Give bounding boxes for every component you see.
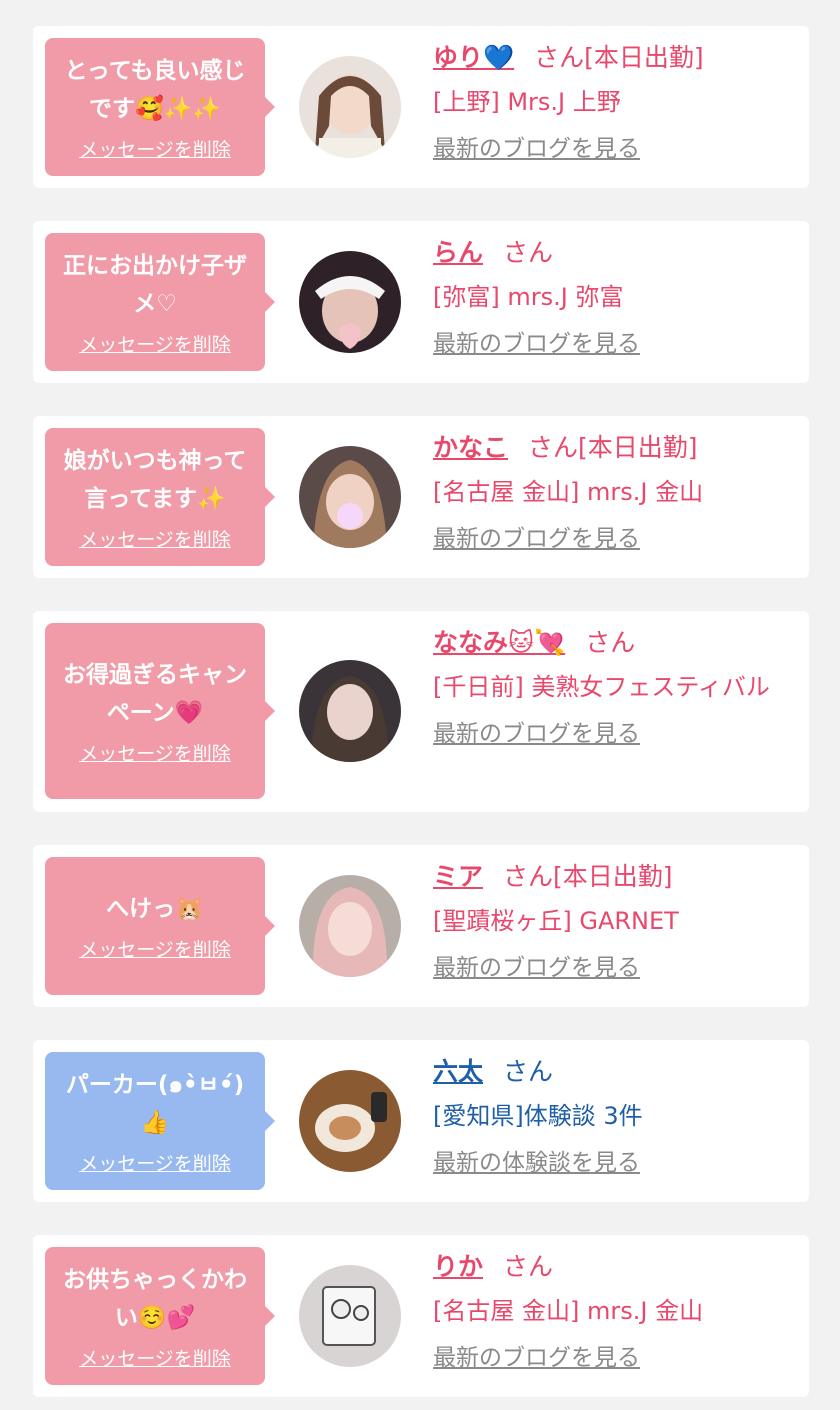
latest-review-link[interactable]: 最新の体験談を見る bbox=[433, 1148, 640, 1178]
message-text: へけっ🐹 bbox=[106, 896, 204, 922]
profile-info: かなこ さん[本日出勤] [名古屋 金山] mrs.J 金山 最新のブログを見る bbox=[433, 432, 793, 554]
message-card: お供ちゃっくかわい☺️💕 メッセージを削除 りか さん [名古屋 金山] mrs.… bbox=[33, 1235, 809, 1397]
message-text: とっても良い感じです🥰✨✨ bbox=[64, 58, 246, 122]
name-row: かなこ さん[本日出勤] bbox=[433, 432, 793, 464]
name-link[interactable]: らん bbox=[433, 238, 483, 267]
shop-name: [上野] Mrs.J 上野 bbox=[433, 88, 621, 116]
message-text: パーカー(๑•̀ㅂ•́)👍 bbox=[65, 1072, 245, 1136]
name-link[interactable]: りか bbox=[433, 1252, 483, 1281]
message-text: お供ちゃっくかわい☺️💕 bbox=[63, 1267, 247, 1331]
name-suffix: さん[本日出勤] bbox=[528, 433, 698, 462]
name-link[interactable]: かなこ bbox=[433, 433, 508, 462]
name-suffix: さん bbox=[503, 238, 554, 267]
message-bubble: へけっ🐹 メッセージを削除 bbox=[45, 857, 275, 995]
profile-info: ななみ🐱💘 さん [千日前] 美熟女フェスティバル 最新のブログを見る bbox=[433, 627, 793, 749]
name-suffix: さん[本日出勤] bbox=[534, 43, 704, 72]
latest-blog-link[interactable]: 最新のブログを見る bbox=[433, 953, 640, 983]
delete-message-link[interactable]: メッセージを削除 bbox=[79, 1347, 231, 1371]
name-row: らん さん bbox=[433, 237, 793, 269]
avatar[interactable] bbox=[299, 446, 401, 548]
profile-info: りか さん [名古屋 金山] mrs.J 金山 最新のブログを見る bbox=[433, 1251, 793, 1373]
avatar[interactable] bbox=[299, 251, 401, 353]
shop-name: [千日前] 美熟女フェスティバル bbox=[433, 673, 770, 701]
profile-info: ゆり💙 さん[本日出勤] [上野] Mrs.J 上野 最新のブログを見る bbox=[433, 42, 793, 164]
message-list: とっても良い感じです🥰✨✨ メッセージを削除 ゆり💙 さん[本日出勤] [上野] … bbox=[0, 0, 840, 1410]
delete-message-link[interactable]: メッセージを削除 bbox=[79, 138, 231, 162]
name-link[interactable]: 六太 bbox=[433, 1057, 483, 1086]
latest-blog-link[interactable]: 最新のブログを見る bbox=[433, 719, 640, 749]
delete-message-link[interactable]: メッセージを削除 bbox=[79, 1152, 231, 1176]
latest-blog-link[interactable]: 最新のブログを見る bbox=[433, 329, 640, 359]
name-suffix: さん bbox=[585, 628, 636, 657]
message-card: とっても良い感じです🥰✨✨ メッセージを削除 ゆり💙 さん[本日出勤] [上野] … bbox=[33, 26, 809, 188]
name-link[interactable]: ゆり💙 bbox=[433, 43, 514, 72]
latest-blog-link[interactable]: 最新のブログを見る bbox=[433, 134, 640, 164]
name-suffix: さん bbox=[503, 1252, 554, 1281]
delete-message-link[interactable]: メッセージを削除 bbox=[79, 333, 231, 357]
avatar[interactable] bbox=[299, 1265, 401, 1367]
avatar[interactable] bbox=[299, 56, 401, 158]
message-text: 正にお出かけ子ザメ♡ bbox=[63, 253, 247, 317]
latest-blog-link[interactable]: 最新のブログを見る bbox=[433, 524, 640, 554]
profile-info: らん さん [弥富] mrs.J 弥富 最新のブログを見る bbox=[433, 237, 793, 359]
name-link[interactable]: ミア bbox=[433, 862, 483, 891]
profile-info: ミア さん[本日出勤] [聖蹟桜ヶ丘] GARNET 最新のブログを見る bbox=[433, 861, 793, 983]
profile-info: 六太 さん [愛知県]体験談 3件 最新の体験談を見る bbox=[433, 1056, 793, 1178]
name-link[interactable]: ななみ🐱💘 bbox=[433, 628, 565, 657]
name-row: りか さん bbox=[433, 1251, 793, 1283]
shop-name: [名古屋 金山] mrs.J 金山 bbox=[433, 1297, 704, 1325]
shop-name: [愛知県]体験談 3件 bbox=[433, 1102, 643, 1130]
shop-name: [名古屋 金山] mrs.J 金山 bbox=[433, 478, 704, 506]
name-row: ななみ🐱💘 さん bbox=[433, 627, 793, 659]
name-row: ゆり💙 さん[本日出勤] bbox=[433, 42, 793, 74]
message-card: 娘がいつも神って言ってます✨ メッセージを削除 かなこ さん[本日出勤] [名古屋… bbox=[33, 416, 809, 578]
name-row: ミア さん[本日出勤] bbox=[433, 861, 793, 893]
message-card: お得過ぎるキャンペーン💗 メッセージを削除 ななみ🐱💘 さん [千日前] 美熟女フ… bbox=[33, 611, 809, 812]
delete-message-link[interactable]: メッセージを削除 bbox=[79, 528, 231, 552]
name-row: 六太 さん bbox=[433, 1056, 793, 1088]
message-bubble: お供ちゃっくかわい☺️💕 メッセージを削除 bbox=[45, 1247, 275, 1385]
message-text: 娘がいつも神って言ってます✨ bbox=[63, 448, 247, 512]
message-bubble: 正にお出かけ子ザメ♡ メッセージを削除 bbox=[45, 233, 275, 371]
avatar[interactable] bbox=[299, 660, 401, 762]
avatar[interactable] bbox=[299, 875, 401, 977]
message-bubble: パーカー(๑•̀ㅂ•́)👍 メッセージを削除 bbox=[45, 1052, 275, 1190]
message-bubble: お得過ぎるキャンペーン💗 メッセージを削除 bbox=[45, 623, 275, 799]
message-card: 正にお出かけ子ザメ♡ メッセージを削除 らん さん [弥富] mrs.J 弥富 最… bbox=[33, 221, 809, 383]
message-bubble: 娘がいつも神って言ってます✨ メッセージを削除 bbox=[45, 428, 275, 566]
message-card: へけっ🐹 メッセージを削除 ミア さん[本日出勤] [聖蹟桜ヶ丘] GARNET … bbox=[33, 845, 809, 1007]
latest-blog-link[interactable]: 最新のブログを見る bbox=[433, 1343, 640, 1373]
delete-message-link[interactable]: メッセージを削除 bbox=[79, 742, 231, 766]
message-bubble: とっても良い感じです🥰✨✨ メッセージを削除 bbox=[45, 38, 275, 176]
delete-message-link[interactable]: メッセージを削除 bbox=[79, 938, 231, 962]
shop-name: [聖蹟桜ヶ丘] GARNET bbox=[433, 907, 679, 935]
avatar[interactable] bbox=[299, 1070, 401, 1172]
message-card: パーカー(๑•̀ㅂ•́)👍 メッセージを削除 六太 さん [愛知県]体験談 3件 … bbox=[33, 1040, 809, 1202]
name-suffix: さん bbox=[503, 1057, 554, 1086]
message-text: お得過ぎるキャンペーン💗 bbox=[63, 662, 247, 726]
name-suffix: さん[本日出勤] bbox=[503, 862, 673, 891]
shop-name: [弥富] mrs.J 弥富 bbox=[433, 283, 624, 311]
